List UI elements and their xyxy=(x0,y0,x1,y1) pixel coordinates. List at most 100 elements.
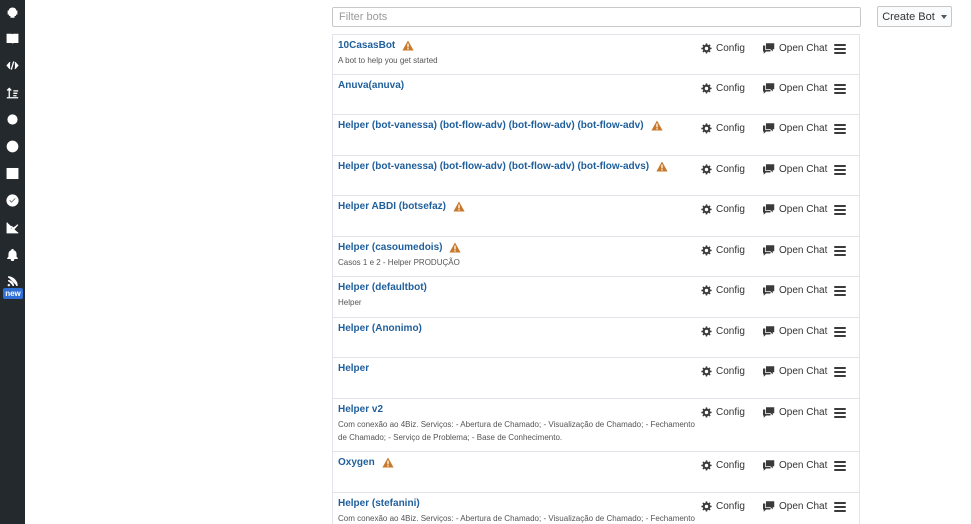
bell-icon[interactable] xyxy=(4,246,21,263)
open-chat-label: Open Chat xyxy=(779,500,828,512)
layout-icon[interactable] xyxy=(4,165,21,182)
open-chat-label: Open Chat xyxy=(779,325,828,337)
warning-icon xyxy=(402,40,414,51)
new-badge: new xyxy=(3,288,23,299)
open-chat-button[interactable]: Open Chat xyxy=(763,204,827,215)
config-button[interactable]: Config xyxy=(701,501,745,512)
menu-icon[interactable] xyxy=(834,205,846,215)
open-chat-button[interactable]: Open Chat xyxy=(763,123,827,134)
code-icon[interactable] xyxy=(4,57,21,74)
config-button[interactable]: Config xyxy=(701,83,745,94)
config-button[interactable]: Config xyxy=(701,285,745,296)
menu-icon[interactable] xyxy=(834,326,846,337)
menu-icon[interactable] xyxy=(834,461,846,471)
bot-row: Helper (casoumedois) Casos 1 e 2 - Helpe… xyxy=(333,237,859,277)
sort-icon[interactable] xyxy=(4,84,21,101)
android-icon[interactable] xyxy=(4,4,21,21)
bot-row: Helper ABDI (botsefaz) Config Open Chat xyxy=(333,196,859,237)
gear-icon xyxy=(701,204,712,215)
config-button[interactable]: Config xyxy=(701,245,745,256)
bot-name-link[interactable]: 10CasasBot xyxy=(338,40,395,51)
bot-name-link[interactable]: Helper ABDI (botsefaz) xyxy=(338,201,446,212)
config-button[interactable]: Config xyxy=(701,204,745,215)
config-label: Config xyxy=(716,460,745,471)
warning-icon xyxy=(382,457,394,468)
open-chat-button[interactable]: Open Chat xyxy=(763,83,827,94)
config-button[interactable]: Config xyxy=(701,460,745,471)
bot-name-link[interactable]: Oxygen xyxy=(338,457,375,468)
bot-list: 10CasasBot A bot to help you get started… xyxy=(332,34,860,524)
open-chat-button[interactable]: Open Chat xyxy=(763,366,827,377)
menu-icon[interactable] xyxy=(834,83,846,94)
config-button[interactable]: Config xyxy=(701,123,745,134)
bot-row: Helper Config Open Chat xyxy=(333,358,859,399)
menu-icon[interactable] xyxy=(834,501,846,512)
bot-name-link[interactable]: Helper xyxy=(338,363,369,374)
open-chat-button[interactable]: Open Chat xyxy=(763,501,827,512)
create-bot-label: Create Bot xyxy=(882,10,935,23)
bot-name-line: Helper (casoumedois) xyxy=(338,242,462,253)
chat-icon xyxy=(763,460,775,471)
chat-icon xyxy=(763,366,775,377)
menu-icon[interactable] xyxy=(834,245,846,256)
warning-icon xyxy=(449,242,462,252)
bot-name-link[interactable]: Helper (Anonimo) xyxy=(338,323,422,334)
bot-name-line: Oxygen xyxy=(338,457,394,468)
bot-name-link[interactable]: Helper (defaultbot) xyxy=(338,282,427,293)
open-chat-button[interactable]: Open Chat xyxy=(763,326,827,337)
config-button[interactable]: Config xyxy=(701,366,745,377)
chat-icon xyxy=(763,500,775,512)
bot-name-link[interactable]: Helper (stefanini) xyxy=(338,498,420,509)
gear-icon xyxy=(701,366,712,377)
bot-row: Helper (Anonimo) Config Open Chat xyxy=(333,318,859,358)
bot-name-link[interactable]: Helper v2 xyxy=(338,404,383,415)
config-button[interactable]: Config xyxy=(701,326,745,337)
bot-name-link[interactable]: Helper (bot-vanessa) (bot-flow-adv) (bot… xyxy=(338,120,644,131)
menu-icon[interactable] xyxy=(834,367,846,377)
create-bot-button[interactable]: Create Bot xyxy=(877,6,952,27)
open-chat-button[interactable]: Open Chat xyxy=(763,460,827,471)
bot-name-link[interactable]: Helper (casoumedois) xyxy=(338,242,442,253)
book-icon[interactable] xyxy=(4,30,21,47)
config-label: Config xyxy=(716,244,745,256)
config-label: Config xyxy=(716,204,745,215)
bot-row: Oxygen Config Open Chat xyxy=(333,452,859,493)
bot-name-line: Helper (defaultbot) xyxy=(338,282,427,293)
chat-icon xyxy=(763,325,775,337)
bot-name-link[interactable]: Helper (bot-vanessa) (bot-flow-adv) (bot… xyxy=(338,161,649,172)
open-chat-button[interactable]: Open Chat xyxy=(763,43,827,54)
bot-description: A bot to help you get started xyxy=(338,56,438,65)
warning-icon xyxy=(650,120,663,131)
bot-row: Helper (defaultbot) Helper Config Open C… xyxy=(333,277,859,318)
open-chat-label: Open Chat xyxy=(779,460,828,471)
open-chat-button[interactable]: Open Chat xyxy=(763,164,827,175)
open-chat-button[interactable]: Open Chat xyxy=(763,245,827,256)
open-chat-button[interactable]: Open Chat xyxy=(763,407,827,418)
radio-icon[interactable] xyxy=(4,111,21,128)
globe-icon[interactable] xyxy=(4,138,21,155)
chat-icon xyxy=(763,204,775,215)
menu-icon[interactable] xyxy=(834,407,846,418)
open-chat-label: Open Chat xyxy=(779,43,828,54)
check-circle-icon[interactable] xyxy=(4,192,21,209)
bot-name-link[interactable]: Anuva(anuva) xyxy=(338,80,404,91)
bot-name-line: Helper xyxy=(338,363,369,374)
bot-row: Helper (stefanini) Com conexão ao 4Biz. … xyxy=(333,493,859,524)
bot-description: Casos 1 e 2 - Helper PRODUÇÃO xyxy=(338,257,460,267)
open-chat-button[interactable]: Open Chat xyxy=(763,285,827,296)
bot-name-line: 10CasasBot xyxy=(338,40,414,51)
menu-icon[interactable] xyxy=(834,124,846,134)
config-button[interactable]: Config xyxy=(701,43,745,54)
filter-bots-input[interactable] xyxy=(332,7,861,27)
bot-row: Anuva(anuva) Config Open Chat xyxy=(333,75,859,115)
gear-icon xyxy=(701,406,712,418)
menu-icon[interactable] xyxy=(834,286,846,296)
config-button[interactable]: Config xyxy=(701,164,745,175)
menu-icon[interactable] xyxy=(834,164,846,175)
gear-icon xyxy=(701,325,712,337)
chart-icon[interactable] xyxy=(4,219,21,236)
config-button[interactable]: Config xyxy=(701,407,745,418)
bot-name-line: Helper (bot-vanessa) (bot-flow-adv) (bot… xyxy=(338,161,668,172)
menu-icon[interactable] xyxy=(834,44,846,54)
warning-icon xyxy=(453,201,465,212)
